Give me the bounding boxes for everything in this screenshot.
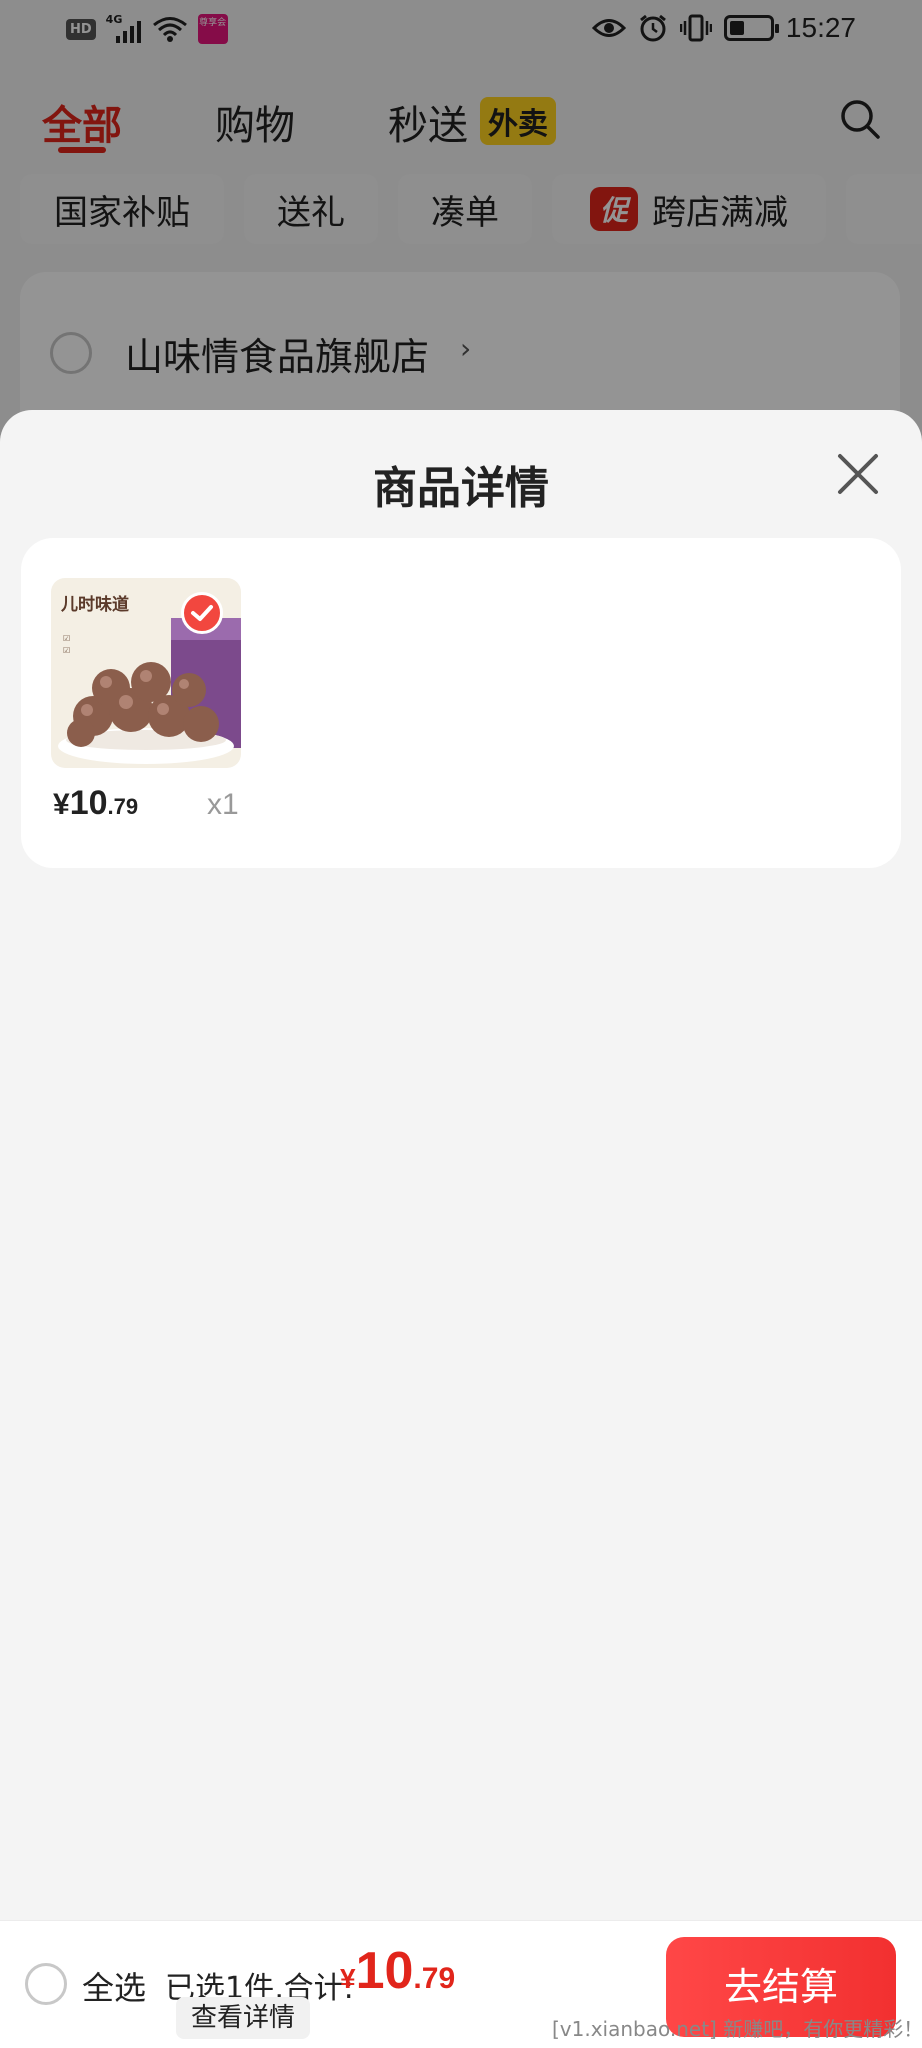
- select-all-label[interactable]: 全选: [82, 1963, 146, 2009]
- total-integer: 10: [355, 1942, 414, 2000]
- product-detail-sheet: 商品详情 儿时味道 ☑ ☑ ¥10.79 x1: [0, 410, 922, 1920]
- price-integer: 10: [69, 784, 108, 822]
- image-bullet: ☑: [63, 634, 71, 643]
- image-bullet: ☑: [63, 646, 71, 655]
- product-card: 儿时味道 ☑ ☑ ¥10.79 x1: [21, 538, 901, 868]
- item-price: ¥10.79: [53, 784, 138, 823]
- select-all-radio[interactable]: [25, 1963, 67, 2005]
- checkout-bar: 全选 已选1件,合计: ¥10.79 查看详情 去结算 [v1.xianbao.…: [0, 1920, 922, 2048]
- view-details-button[interactable]: 查看详情: [176, 1997, 310, 2039]
- price-decimal: .79: [107, 794, 139, 819]
- item-quantity: x1: [207, 788, 239, 821]
- total-price: ¥10.79: [340, 1941, 455, 2001]
- watermark: [v1.xianbao.net] 新赚吧，有你更精彩！: [552, 2017, 918, 2041]
- check-icon: [181, 592, 223, 634]
- total-decimal: .79: [413, 1962, 456, 1995]
- price-currency: ¥: [53, 788, 70, 821]
- close-icon[interactable]: [836, 452, 880, 496]
- total-currency: ¥: [340, 1963, 356, 1994]
- image-title: 儿时味道: [61, 595, 129, 615]
- sheet-title: 商品详情: [373, 463, 549, 514]
- product-image[interactable]: 儿时味道 ☑ ☑: [51, 578, 241, 768]
